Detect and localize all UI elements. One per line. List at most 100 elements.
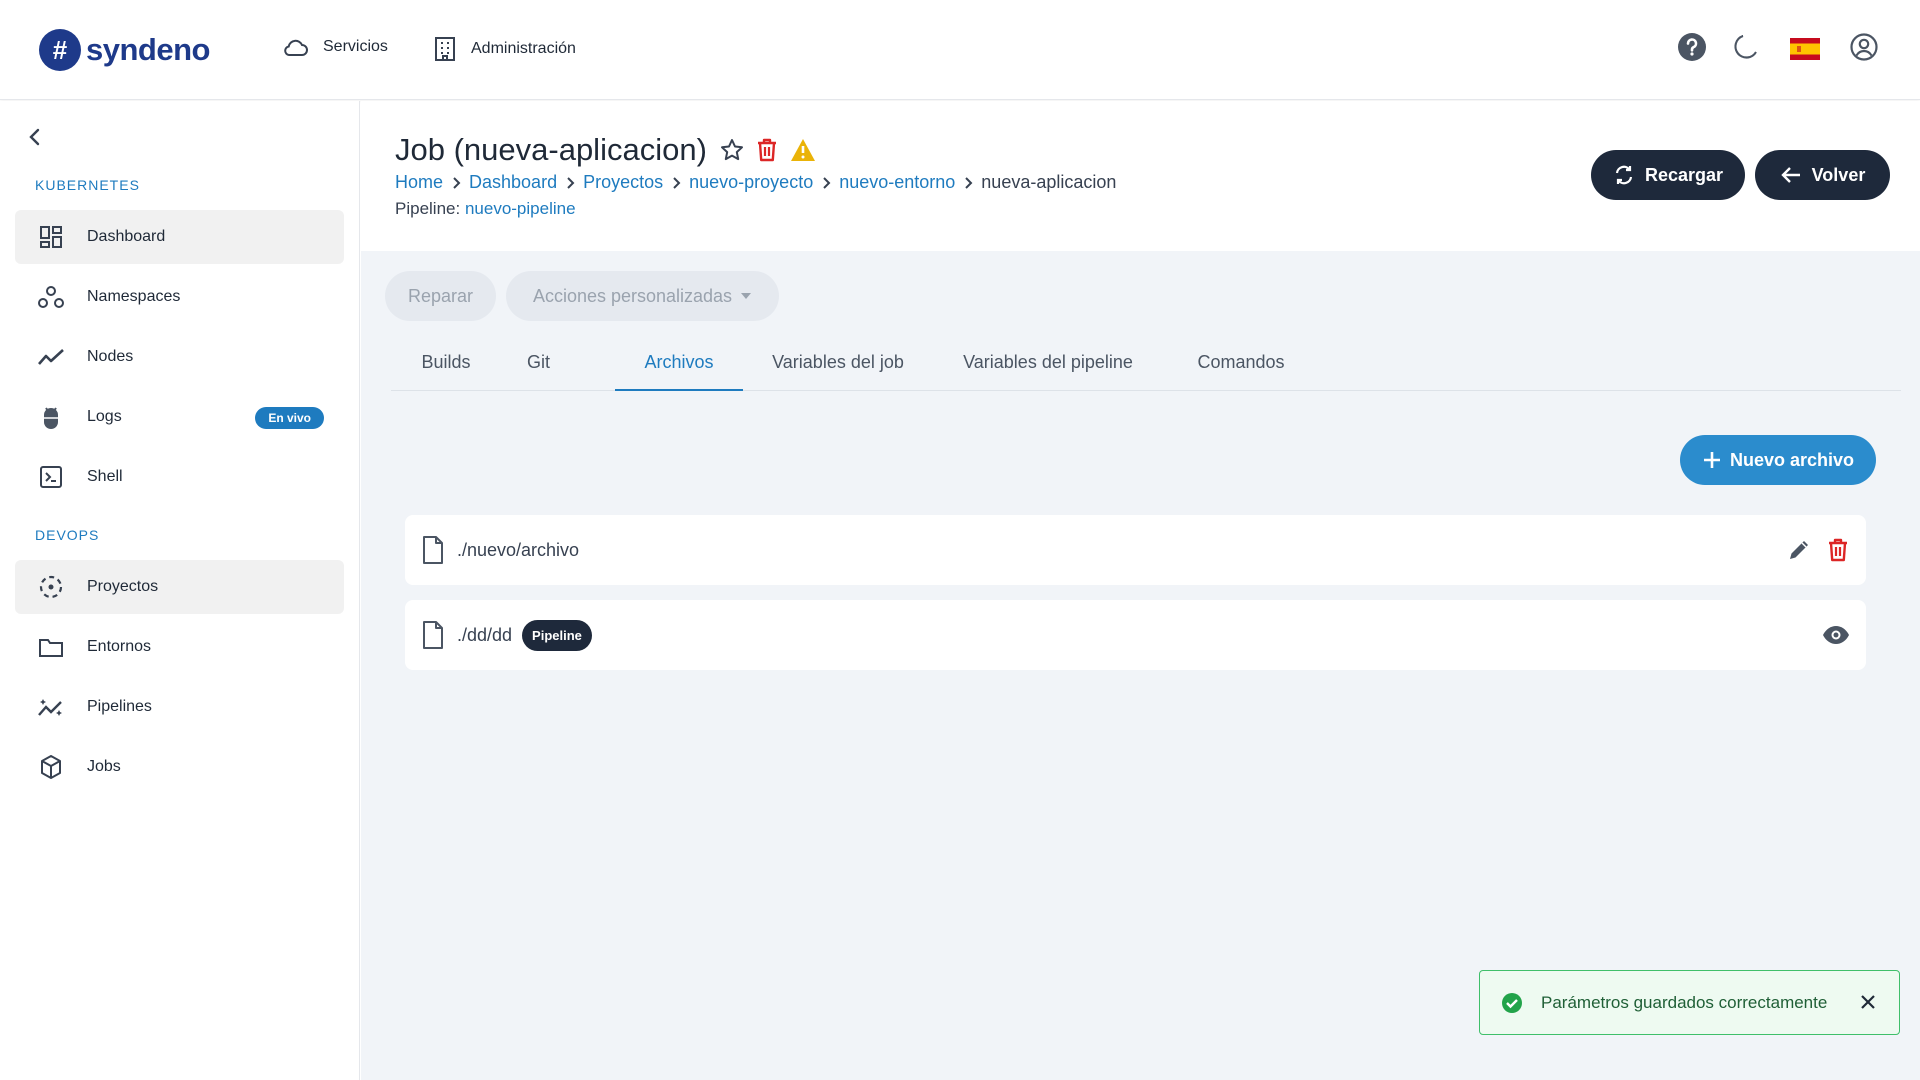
chevron-right-icon: [565, 176, 575, 190]
sidebar-item-label: Shell: [87, 468, 123, 485]
repair-button[interactable]: Reparar: [385, 271, 496, 321]
folder-icon: [37, 636, 65, 658]
tab-archivos[interactable]: Archivos: [615, 336, 743, 391]
user-menu[interactable]: [1849, 32, 1879, 62]
file-path: ./nuevo/archivo: [457, 539, 580, 560]
chevron-right-icon: [451, 176, 461, 190]
building-icon: [435, 37, 455, 61]
user-icon: [1850, 33, 1878, 61]
logo[interactable]: # syndeno: [39, 29, 210, 71]
nav-administracion-label: Administración: [471, 40, 576, 57]
toast-message: Parámetros guardados correctamente: [1541, 992, 1828, 1012]
help-icon: [1678, 33, 1706, 61]
breadcrumb-dashboard[interactable]: Dashboard: [469, 172, 557, 193]
live-badge: En vivo: [255, 407, 324, 429]
logo-mark: #: [39, 29, 81, 71]
section-devops: DEVOPS: [35, 527, 100, 543]
eye-icon[interactable]: [1822, 625, 1850, 645]
nav-administracion[interactable]: Administración: [433, 36, 576, 62]
sidebar-item-label: Logs: [87, 408, 122, 425]
sidebar-item-entornos[interactable]: Entornos: [15, 620, 344, 674]
file-icon: [421, 535, 445, 565]
back-label: Volver: [1811, 164, 1866, 185]
new-file-button[interactable]: Nuevo archivo: [1680, 435, 1876, 485]
sidebar-item-label: Namespaces: [87, 288, 181, 305]
top-bar: # syndeno Servicios Administración: [0, 0, 1920, 100]
sidebar-item-dashboard[interactable]: Dashboard: [15, 210, 344, 264]
sidebar-item-pipelines[interactable]: Pipelines: [15, 680, 344, 734]
file-row[interactable]: ./nuevo/archivo: [405, 515, 1866, 585]
nav-servicios[interactable]: Servicios: [281, 36, 388, 58]
chevron-right-icon: [821, 176, 831, 190]
file-actions: [1786, 515, 1850, 585]
file-row[interactable]: ./dd/dd Pipeline: [405, 600, 1866, 670]
tab-comandos[interactable]: Comandos: [1163, 336, 1319, 391]
plus-icon: [1703, 452, 1720, 468]
pipeline-badge: Pipeline: [522, 619, 592, 651]
file-path: ./dd/dd: [457, 624, 513, 645]
sidebar: KUBERNETES Dashboard Namespaces Nodes Lo…: [0, 101, 360, 1080]
breadcrumb-proyectos[interactable]: Proyectos: [583, 172, 663, 193]
page-header: Job (nueva-aplicacion) Home Dashboard Pr…: [361, 101, 1920, 251]
new-file-label: Nuevo archivo: [1729, 449, 1855, 470]
main-content: Reparar Acciones personalizadas Builds G…: [361, 251, 1920, 1080]
edit-icon[interactable]: [1786, 537, 1812, 563]
cube-icon: [37, 754, 65, 780]
arrow-left-icon: [1780, 167, 1800, 183]
bug-icon: [37, 404, 65, 430]
pipeline-label: Pipeline:: [395, 199, 461, 218]
theme-toggle[interactable]: [1731, 32, 1759, 62]
chevron-left-icon: [29, 128, 40, 146]
namespaces-icon: [37, 285, 65, 309]
check-circle-icon: [1501, 992, 1523, 1014]
pipeline-link[interactable]: nuevo-pipeline: [465, 199, 576, 218]
tab-variables-pipeline[interactable]: Variables del pipeline: [933, 336, 1163, 391]
sidebar-item-label: Dashboard: [87, 228, 166, 245]
breadcrumb-home[interactable]: Home: [395, 172, 443, 193]
custom-actions-dropdown[interactable]: Acciones personalizadas: [506, 271, 779, 321]
collapse-sidebar-button[interactable]: [26, 127, 44, 152]
sidebar-item-logs[interactable]: Logs En vivo: [15, 390, 344, 444]
sidebar-item-label: Entornos: [87, 638, 152, 655]
star-icon[interactable]: [719, 137, 745, 163]
nav-servicios-label: Servicios: [323, 38, 388, 55]
reload-label: Recargar: [1644, 164, 1724, 185]
logo-text: syndeno: [86, 32, 210, 67]
trend-line-icon: [37, 347, 65, 367]
tab-bar: Builds Git Archivos Variables del job Va…: [391, 336, 1901, 391]
tab-variables-job[interactable]: Variables del job: [743, 336, 933, 391]
back-button[interactable]: Volver: [1755, 150, 1890, 200]
sparkle-trend-icon: [37, 696, 65, 718]
cloud-icon: [284, 39, 308, 56]
sidebar-item-namespaces[interactable]: Namespaces: [15, 270, 344, 324]
section-kubernetes: KUBERNETES: [35, 177, 140, 193]
custom-actions-label: Acciones personalizadas: [532, 285, 733, 306]
sidebar-item-label: Jobs: [87, 758, 121, 775]
sidebar-item-shell[interactable]: Shell: [15, 450, 344, 504]
file-icon: [421, 620, 445, 650]
warning-icon: [790, 139, 815, 161]
file-actions: [1822, 600, 1850, 670]
moon-icon: [1734, 35, 1757, 59]
tab-builds[interactable]: Builds: [391, 336, 501, 391]
help-button[interactable]: [1677, 32, 1707, 62]
refresh-icon: [1615, 165, 1633, 185]
projects-icon: [37, 574, 65, 600]
breadcrumb-project[interactable]: nuevo-proyecto: [689, 172, 813, 193]
sidebar-item-proyectos[interactable]: Proyectos: [15, 560, 344, 614]
breadcrumb: Home Dashboard Proyectos nuevo-proyecto …: [395, 172, 1116, 193]
repair-label: Reparar: [407, 285, 474, 306]
tab-git[interactable]: Git: [501, 336, 576, 391]
breadcrumb-environment[interactable]: nuevo-entorno: [839, 172, 955, 193]
pipeline-info: Pipeline: nuevo-pipeline: [395, 199, 576, 219]
language-selector[interactable]: [1790, 38, 1820, 60]
chevron-right-icon: [963, 176, 973, 190]
trash-icon[interactable]: [1826, 537, 1850, 563]
close-icon[interactable]: [1859, 993, 1877, 1011]
sidebar-item-jobs[interactable]: Jobs: [15, 740, 344, 794]
chevron-right-icon: [671, 176, 681, 190]
trash-icon[interactable]: [755, 137, 779, 163]
sidebar-item-nodes[interactable]: Nodes: [15, 330, 344, 384]
reload-button[interactable]: Recargar: [1591, 150, 1745, 200]
caret-down-icon: [741, 293, 752, 299]
